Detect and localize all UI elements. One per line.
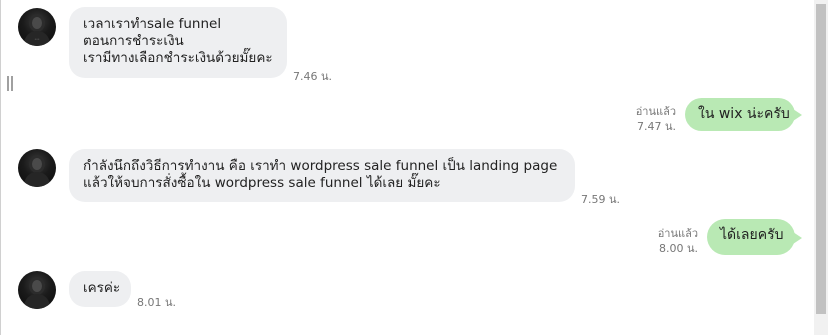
message-line: ตอนการชำระเงิน (83, 33, 184, 49)
message-bubble-incoming[interactable]: กำลังนึกถึงวิธีการทำงาน คือ เราทำ wordpr… (69, 149, 575, 202)
svg-text:•••: ••• (34, 37, 40, 41)
message-bubble-outgoing[interactable]: ได้เลยครับ (707, 219, 795, 255)
read-label: อ่านแล้ว (657, 227, 698, 240)
drag-handle-icon[interactable] (7, 76, 13, 91)
bubble-tail (793, 109, 802, 121)
message-timestamp: 7.46 น. (293, 70, 333, 83)
chat-panel: ••• เวลาเราทำsale funnel ตอนการชำระเงิน … (0, 0, 828, 335)
message-timestamp: 7.47 น. (636, 120, 676, 133)
message-bubble-incoming[interactable]: เครค่ะ (69, 271, 131, 307)
avatar[interactable] (18, 271, 56, 309)
bubble-tail (793, 232, 802, 244)
message-timestamp: 7.59 น. (581, 193, 621, 206)
message-line: เรามีทางเลือกชำระเงินด้วยมั๊ยคะ (83, 50, 273, 66)
message-line: แล้วให้จบการสั่งซื้อใน wordpress sale fu… (83, 175, 441, 191)
read-receipt: อ่านแล้ว 7.47 น. (613, 104, 676, 134)
message-line: เครค่ะ (83, 280, 121, 296)
message-line: เวลาเราทำsale funnel (83, 16, 222, 32)
message-bubble-outgoing[interactable]: ใน wix น่ะครับ (685, 98, 795, 131)
avatar[interactable]: ••• (18, 8, 56, 46)
vertical-scrollbar[interactable] (814, 0, 828, 335)
read-label: อ่านแล้ว (635, 105, 676, 118)
message-bubble-incoming[interactable]: เวลาเราทำsale funnel ตอนการชำระเงิน เราม… (69, 7, 287, 78)
read-receipt: อ่านแล้ว 8.00 น. (635, 226, 698, 256)
message-line: กำลังนึกถึงวิธีการทำงาน คือ เราทำ wordpr… (83, 158, 558, 174)
message-text: ใน wix น่ะครับ (698, 106, 790, 122)
message-text: ได้เลยครับ (720, 227, 784, 243)
message-timestamp: 8.00 น. (658, 242, 698, 255)
message-timestamp: 8.01 น. (137, 296, 177, 309)
avatar[interactable] (18, 149, 56, 187)
scrollbar-thumb[interactable] (816, 4, 826, 314)
